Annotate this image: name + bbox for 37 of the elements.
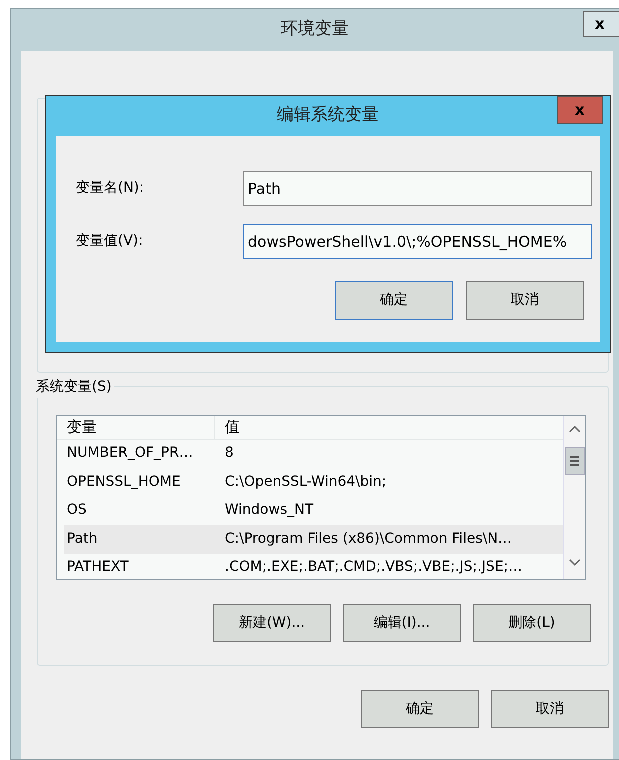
table-cell-text: 8: [224, 444, 234, 464]
table-row[interactable]: Path C:\Program Files (x86)\Common Files\N…: [64, 525, 563, 554]
list-button[interactable]: 编辑(I)...: [343, 604, 461, 642]
scrollbar[interactable]: [563, 416, 585, 579]
column-header[interactable]: 值: [215, 416, 563, 438]
input-field[interactable]: Path: [243, 171, 592, 206]
dialog-button[interactable]: 取消: [466, 281, 584, 320]
table-cell-text: .COM;.EXE;.BAT;.CMD;.VBS;.VBE;.JS;.JSE;…: [224, 558, 522, 578]
scroll-thumb[interactable]: [564, 447, 584, 475]
table-cell-text: C:\Program Files (x86)\Common Files\N…: [224, 530, 512, 549]
table-row[interactable]: OS Windows_NT: [64, 496, 563, 525]
table-cell-text: NUMBER_OF_PR…: [66, 444, 194, 464]
table-row[interactable]: NUMBER_OF_PR… 8: [64, 440, 563, 468]
input-field[interactable]: dowsPowerShell\v1.0\;%OPENSSL_HOME%: [243, 224, 592, 259]
list-button[interactable]: 新建(W)...: [213, 604, 331, 642]
table-row[interactable]: PATHEXT .COM;.EXE;.BAT;.CMD;.VBS;.VBE;.JS;.JSE;…: [64, 554, 563, 579]
group-label: 系统变量(S): [34, 377, 114, 398]
list-button[interactable]: 删除(L): [473, 604, 591, 642]
table-row[interactable]: OPENSSL_HOME C:\OpenSSL-Win64\bin;: [64, 468, 563, 496]
table-cell-text: Path: [66, 530, 99, 549]
field-label: 变量名(N):: [76, 179, 146, 198]
dialog-button[interactable]: 确定: [361, 690, 479, 728]
field-label: 变量值(V):: [76, 232, 144, 251]
table-cell-text: C:\OpenSSL-Win64\bin;: [224, 472, 387, 492]
window-title: 环境变量: [281, 18, 349, 42]
scroll-up-icon[interactable]: [568, 425, 580, 433]
dialog-button[interactable]: 取消: [491, 690, 609, 728]
close-button[interactable]: x: [557, 96, 603, 124]
table-cell-text: OS: [66, 501, 88, 520]
table-cell-text: Windows_NT: [224, 501, 314, 520]
table-cell-text: PATHEXT: [66, 558, 130, 578]
scroll-down-icon[interactable]: [568, 559, 580, 567]
table-cell-text: OPENSSL_HOME: [66, 472, 182, 492]
dialog-button[interactable]: 确定: [335, 281, 453, 320]
column-header[interactable]: 变量: [57, 416, 215, 438]
dialog-title: 编辑系统变量: [277, 104, 379, 128]
close-button[interactable]: x: [583, 11, 619, 37]
